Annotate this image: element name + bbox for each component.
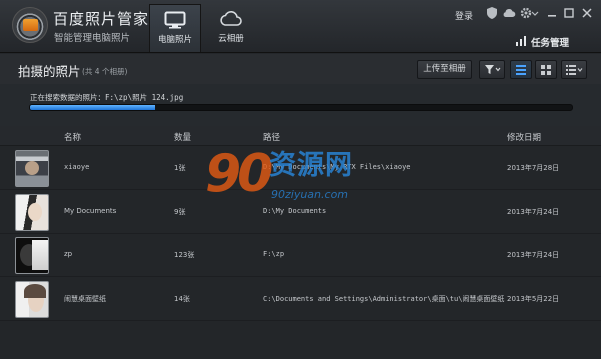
login-link[interactable]: 登录 bbox=[455, 9, 473, 22]
album-count: (共 4 个相册) bbox=[82, 67, 128, 76]
column-header-name[interactable]: 名称 bbox=[64, 131, 81, 143]
tab-local-photos-label: 电脑照片 bbox=[157, 35, 192, 45]
cloud-icon bbox=[220, 11, 242, 26]
modified-date: 2013年7月28日 bbox=[507, 164, 560, 172]
tab-cloud-album-label: 云相册 bbox=[218, 34, 244, 44]
progress-status-text: 正在搜索数据的照片：F:\zp\照片 124.jpg bbox=[30, 93, 184, 102]
list-view-button[interactable] bbox=[510, 60, 532, 79]
album-name: zp bbox=[64, 250, 73, 258]
progress-bar bbox=[29, 104, 573, 111]
chevron-down-icon[interactable] bbox=[531, 6, 539, 20]
table-row[interactable]: My Documents 9张 D:\My Documents 2013年7月2… bbox=[0, 191, 601, 234]
app-logo bbox=[12, 7, 48, 43]
grid-view-icon bbox=[541, 65, 551, 75]
maximize-icon[interactable] bbox=[562, 6, 576, 20]
table-row[interactable]: zp 123张 F:\zp 2013年7月24日 bbox=[0, 234, 601, 277]
modified-date: 2013年7月24日 bbox=[507, 208, 560, 216]
upload-to-album-button[interactable]: 上传至相册 bbox=[417, 60, 472, 79]
shield-icon[interactable] bbox=[485, 6, 499, 20]
album-name: 闹慧桌面壁纸 bbox=[64, 295, 106, 303]
list-view-icon bbox=[516, 65, 526, 75]
filter-icon bbox=[485, 65, 501, 74]
column-header-path[interactable]: 路径 bbox=[263, 131, 280, 143]
app-title: 百度照片管家 bbox=[53, 10, 150, 28]
minimize-icon[interactable] bbox=[545, 6, 559, 20]
table-header: 名称 数量 路径 修改日期 bbox=[0, 126, 601, 146]
filter-button[interactable] bbox=[479, 60, 505, 79]
album-thumbnail bbox=[15, 237, 49, 274]
album-table: 名称 数量 路径 修改日期 xiaoye 1张 D:\My Documents\… bbox=[0, 126, 601, 359]
album-name: xiaoye bbox=[64, 163, 90, 171]
task-manager-button[interactable]: 任务管理 bbox=[531, 35, 569, 49]
more-menu-button[interactable] bbox=[561, 60, 587, 79]
app-subtitle: 智能管理电脑照片 bbox=[54, 33, 131, 44]
tab-local-photos[interactable]: 电脑照片 bbox=[149, 4, 201, 52]
album-path: C:\Documents and Settings\Administrator\… bbox=[263, 295, 505, 303]
photo-count: 1张 bbox=[174, 164, 186, 172]
close-icon[interactable] bbox=[580, 6, 594, 20]
task-manager-icon[interactable] bbox=[516, 36, 526, 46]
photo-count: 123张 bbox=[174, 251, 195, 259]
menu-icon bbox=[566, 65, 583, 75]
album-path: D:\My Documents bbox=[263, 207, 327, 215]
monitor-icon bbox=[164, 11, 186, 29]
modified-date: 2013年5月22日 bbox=[507, 295, 560, 303]
modified-date: 2013年7月24日 bbox=[507, 251, 560, 259]
photo-count: 9张 bbox=[174, 208, 186, 216]
column-header-count[interactable]: 数量 bbox=[174, 131, 191, 143]
cloud-icon[interactable] bbox=[502, 6, 516, 20]
grid-view-button[interactable] bbox=[535, 60, 557, 79]
table-row[interactable]: 闹慧桌面壁纸 14张 C:\Documents and Settings\Adm… bbox=[0, 278, 601, 321]
photo-count: 14张 bbox=[174, 295, 190, 303]
tab-cloud-album[interactable]: 云相册 bbox=[205, 4, 257, 52]
album-name: My Documents bbox=[64, 207, 117, 215]
album-path: F:\zp bbox=[263, 250, 285, 258]
album-thumbnail bbox=[15, 150, 49, 187]
album-thumbnail bbox=[15, 194, 49, 231]
album-path: D:\My Documents\My RTX Files\xiaoye bbox=[263, 163, 411, 171]
album-thumbnail bbox=[15, 281, 49, 318]
table-row[interactable]: xiaoye 1张 D:\My Documents\My RTX Files\x… bbox=[0, 147, 601, 190]
progress-bar-fill bbox=[30, 105, 155, 110]
column-header-date[interactable]: 修改日期 bbox=[507, 131, 541, 143]
page-title: 拍摄的照片 bbox=[18, 64, 81, 79]
title-bar: 百度照片管家 智能管理电脑照片 电脑照片 云相册 登录 任务管理 bbox=[0, 0, 601, 53]
